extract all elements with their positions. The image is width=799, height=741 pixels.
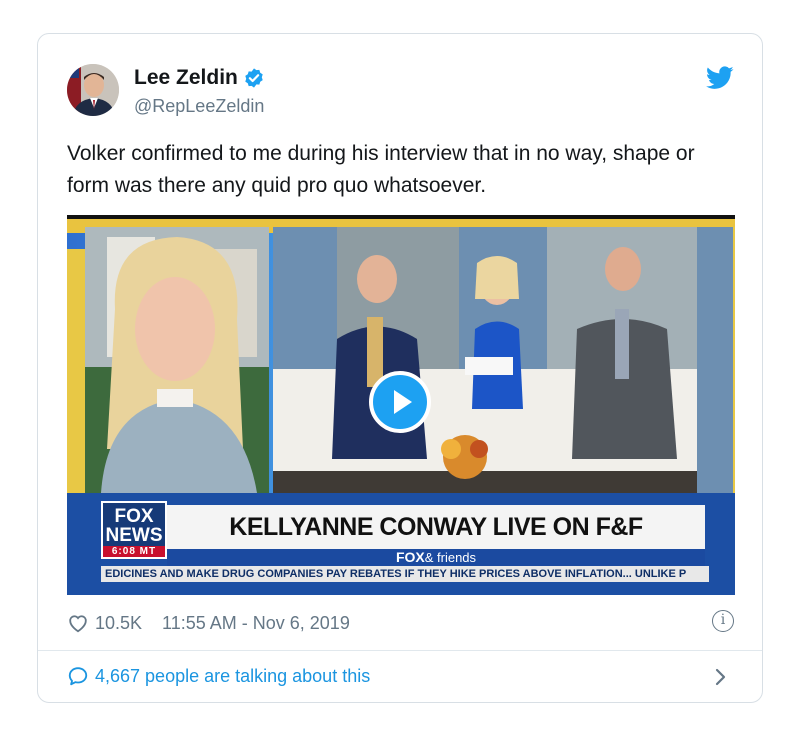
- tweet-timestamp[interactable]: 11:55 AM - Nov 6, 2019: [162, 613, 350, 634]
- info-icon[interactable]: i: [712, 610, 734, 632]
- talking-count[interactable]: 4,667 people are talking about this: [95, 666, 370, 687]
- chevron-right-icon[interactable]: [714, 666, 728, 688]
- tweet-meta-row: 10.5K 11:55 AM - Nov 6, 2019: [67, 612, 350, 634]
- tweet-text: Volker confirmed to me during his interv…: [67, 142, 695, 197]
- show-name-bar: FOX& friends: [167, 549, 705, 566]
- twitter-bird-icon[interactable]: [706, 66, 734, 90]
- fox-news-logo: FOX NEWS 6:08 MT: [101, 501, 167, 559]
- author-name-row[interactable]: Lee Zeldin: [134, 66, 265, 90]
- news-lower-third: FOX NEWS 6:08 MT KELLYANNE CONWAY LIVE O…: [67, 491, 735, 595]
- divider: [38, 650, 762, 651]
- tweet-card[interactable]: Lee Zeldin @RepLeeZeldin Volker confirme…: [37, 33, 763, 703]
- avatar-image: [67, 64, 119, 116]
- play-button[interactable]: [369, 371, 431, 433]
- play-icon: [393, 390, 412, 414]
- news-ticker: EDICINES AND MAKE DRUG COMPANIES PAY REB…: [101, 566, 709, 582]
- avatar[interactable]: [67, 64, 119, 116]
- verified-badge-icon: [245, 68, 263, 88]
- author-handle[interactable]: @RepLeeZeldin: [134, 96, 264, 117]
- speech-bubble-icon: [68, 667, 88, 686]
- heart-icon[interactable]: [67, 612, 89, 634]
- video-thumbnail[interactable]: FOX NEWS 6:08 MT KELLYANNE CONWAY LIVE O…: [67, 215, 735, 595]
- like-count[interactable]: 10.5K: [95, 613, 142, 634]
- headline-banner: KELLYANNE CONWAY LIVE ON F&F: [167, 505, 705, 549]
- author-display-name[interactable]: Lee Zeldin: [134, 66, 238, 90]
- conversation-link[interactable]: 4,667 people are talking about this: [67, 665, 370, 687]
